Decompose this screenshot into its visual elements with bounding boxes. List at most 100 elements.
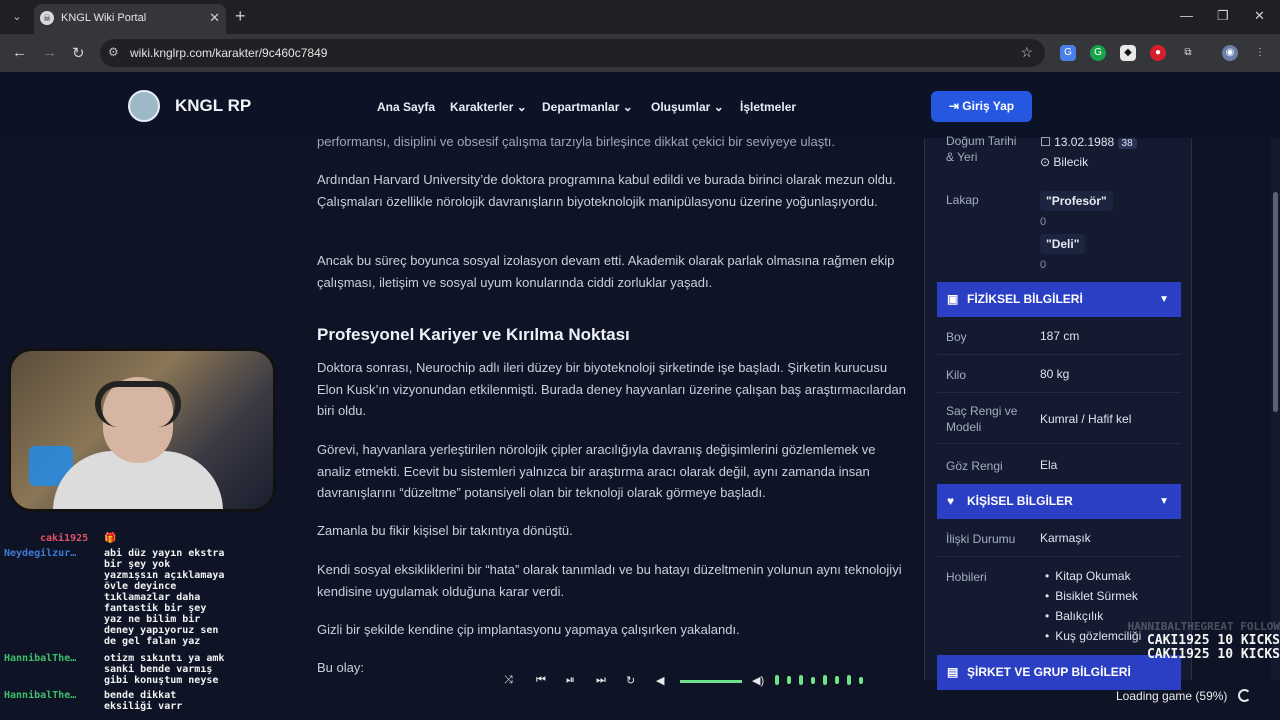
weight-label: Kilo — [946, 368, 967, 382]
chat-username: Neydegilzur… — [4, 548, 77, 559]
hair-label: Saç Rengi ve Modeli — [946, 404, 1018, 434]
headphones-icon — [95, 381, 181, 427]
height-label: Boy — [946, 330, 967, 344]
scrollbar-thumb[interactable] — [1273, 192, 1278, 412]
heart-icon: ♥ — [947, 494, 955, 508]
media-progress-bar[interactable] — [680, 680, 742, 683]
chat-username: HannibalThe… — [4, 690, 77, 701]
nickname-count: 0 — [1040, 216, 1047, 228]
equalizer-bar — [799, 675, 803, 685]
article-paragraph: Kendi sosyal eksikliklerini bir “hata” o… — [317, 562, 902, 599]
nav-characters[interactable]: Karakterler ⌄ — [450, 100, 527, 114]
volume-icon[interactable]: ◀ — [656, 674, 664, 687]
birth-place: ⊙ Bilecik — [1040, 155, 1089, 169]
browser-tab[interactable]: ☠ KNGL Wiki Portal ✕ — [34, 4, 226, 34]
equalizer-bar — [811, 677, 815, 684]
nav-businesses[interactable]: İşletmeler — [740, 100, 796, 114]
extension-icon[interactable]: ◆ — [1120, 45, 1136, 61]
tab-title: KNGL Wiki Portal — [61, 12, 147, 24]
forward-icon[interactable]: → — [42, 44, 57, 61]
nav-departments[interactable]: Departmanlar ⌄ — [542, 100, 633, 114]
maximize-icon[interactable]: ❐ — [1217, 8, 1229, 24]
divider — [937, 392, 1181, 393]
follow-alert: HANNIBALTHEGREAT FOLLOW — [1127, 620, 1280, 633]
nav-home[interactable]: Ana Sayfa — [377, 100, 435, 114]
article-paragraph: Zamanla bu fikir kişisel bir takıntıya d… — [317, 523, 573, 538]
chat-username: caki1925 — [40, 533, 89, 544]
birth-label: Doğum Tarihi & Yeri — [946, 134, 1017, 164]
divider — [937, 354, 1181, 355]
article-paragraph: Ancak bu süreç boyunca sosyal izolasyon … — [317, 253, 895, 290]
personal-info-section-toggle[interactable]: ♥ KİŞİSEL BİLGİLER ▼ — [937, 484, 1181, 519]
minimize-icon[interactable]: — — [1180, 8, 1193, 23]
kicks-alert: CAKI1925 10 KICKS — [1146, 647, 1280, 662]
article-paragraph: Ardından Harvard University’de doktora p… — [317, 172, 896, 209]
chevron-down-icon: ⌄ — [516, 100, 527, 114]
equalizer-bar — [835, 676, 839, 684]
hobbies-label: Hobileri — [946, 570, 987, 584]
calendar-icon: ☐ — [1040, 135, 1051, 149]
browser-menu-icon[interactable]: ⋮ — [1252, 45, 1268, 61]
divider — [937, 443, 1181, 444]
equalizer-bar — [847, 675, 851, 685]
hair-value: Kumral / Hafif kel — [1040, 412, 1132, 426]
section-heading: Profesyonel Kariyer ve Kırılma Noktası — [317, 325, 630, 344]
kicks-alert: CAKI1925 10 KICKS — [1146, 633, 1280, 648]
location-pin-icon: ⊙ — [1040, 155, 1051, 169]
relationship-value: Karmaşık — [1040, 531, 1091, 545]
site-info-icon[interactable]: ⚙ — [108, 45, 119, 59]
chevron-down-icon: ▼ — [1159, 294, 1169, 305]
eye-label: Göz Rengi — [946, 459, 1003, 473]
speaker-icon[interactable]: ◀) — [752, 674, 764, 687]
briefcase-icon: ▤ — [947, 665, 959, 679]
translate-extension-icon[interactable]: G — [1060, 45, 1076, 61]
tab-search-icon[interactable]: ⌄ — [6, 7, 28, 27]
login-icon: ⇥ — [948, 99, 959, 113]
article-paragraph: Görevi, hayvanlara yerleştirilen nöroloj… — [317, 442, 876, 500]
equalizer-bar — [787, 676, 791, 684]
window-close-icon[interactable]: ✕ — [1254, 8, 1265, 24]
nickname-chip: "Profesör" — [1040, 191, 1113, 211]
extensions-puzzle-icon[interactable]: ⧉ — [1180, 45, 1196, 61]
stream-chat-overlay: caki1925 🎁 Neydegilzur… abi düz yayın ek… — [4, 533, 225, 712]
url-text: wiki.knglrp.com/karakter/9c460c7849 — [130, 46, 328, 60]
reload-icon[interactable]: ↻ — [72, 44, 85, 62]
equalizer-bar — [775, 675, 779, 685]
hobby-item: Bisiklet Sürmek — [1045, 589, 1138, 603]
browser-tab-bar: ⌄ ☠ KNGL Wiki Portal ✕ + — ❐ ✕ — [0, 0, 1280, 34]
close-tab-icon[interactable]: ✕ — [209, 10, 220, 26]
loading-spinner-icon — [1238, 689, 1251, 702]
site-logo-text[interactable]: KNGL RP — [175, 96, 251, 116]
next-icon[interactable]: ⏭ — [596, 674, 606, 687]
back-icon[interactable]: ← — [12, 44, 27, 61]
webcam-overlay — [8, 348, 276, 512]
height-value: 187 cm — [1040, 329, 1080, 343]
kngl-logo-icon[interactable] — [128, 90, 160, 122]
equalizer-bar — [859, 677, 863, 684]
shuffle-icon[interactable]: ⤨ — [504, 674, 513, 687]
birth-date: ☐ 13.02.1988 38 — [1040, 135, 1137, 149]
nav-organizations[interactable]: Oluşumlar ⌄ — [651, 100, 724, 114]
divider — [937, 556, 1181, 557]
image-icon: ▣ — [947, 292, 959, 306]
chevron-down-icon: ⌄ — [713, 100, 724, 114]
chevron-down-icon: ▼ — [1159, 496, 1169, 507]
article-paragraph: Gizli bir şekilde kendine çip implantasy… — [317, 622, 740, 637]
equalizer-bar — [823, 675, 827, 685]
login-button[interactable]: ⇥ Giriş Yap — [931, 91, 1032, 122]
loading-status: Loading game (59%) — [1116, 689, 1228, 703]
media-controls: ⤨ ⏮ ⏯ ⏭ ↻ ◀ ◀) — [490, 672, 870, 690]
grammarly-extension-icon[interactable]: G — [1090, 45, 1106, 61]
chevron-down-icon: ⌄ — [622, 100, 633, 114]
address-bar[interactable]: ⚙ wiki.knglrp.com/karakter/9c460c7849 ☆ — [100, 39, 1045, 67]
physical-info-section-toggle[interactable]: ▣ FİZİKSEL BİLGİLERİ ▼ — [937, 282, 1181, 317]
bookmark-star-icon[interactable]: ☆ — [1020, 44, 1033, 61]
repeat-icon[interactable]: ↻ — [626, 674, 635, 687]
play-pause-icon[interactable]: ⏯ — [566, 674, 575, 687]
new-tab-icon[interactable]: + — [235, 6, 246, 27]
hobby-item: Balıkçılık — [1045, 609, 1103, 623]
nickname-chip: "Deli" — [1040, 234, 1086, 254]
profile-avatar-icon[interactable]: ◉ — [1222, 45, 1238, 61]
record-extension-icon[interactable]: ● — [1150, 45, 1166, 61]
previous-icon[interactable]: ⏮ — [536, 674, 546, 687]
